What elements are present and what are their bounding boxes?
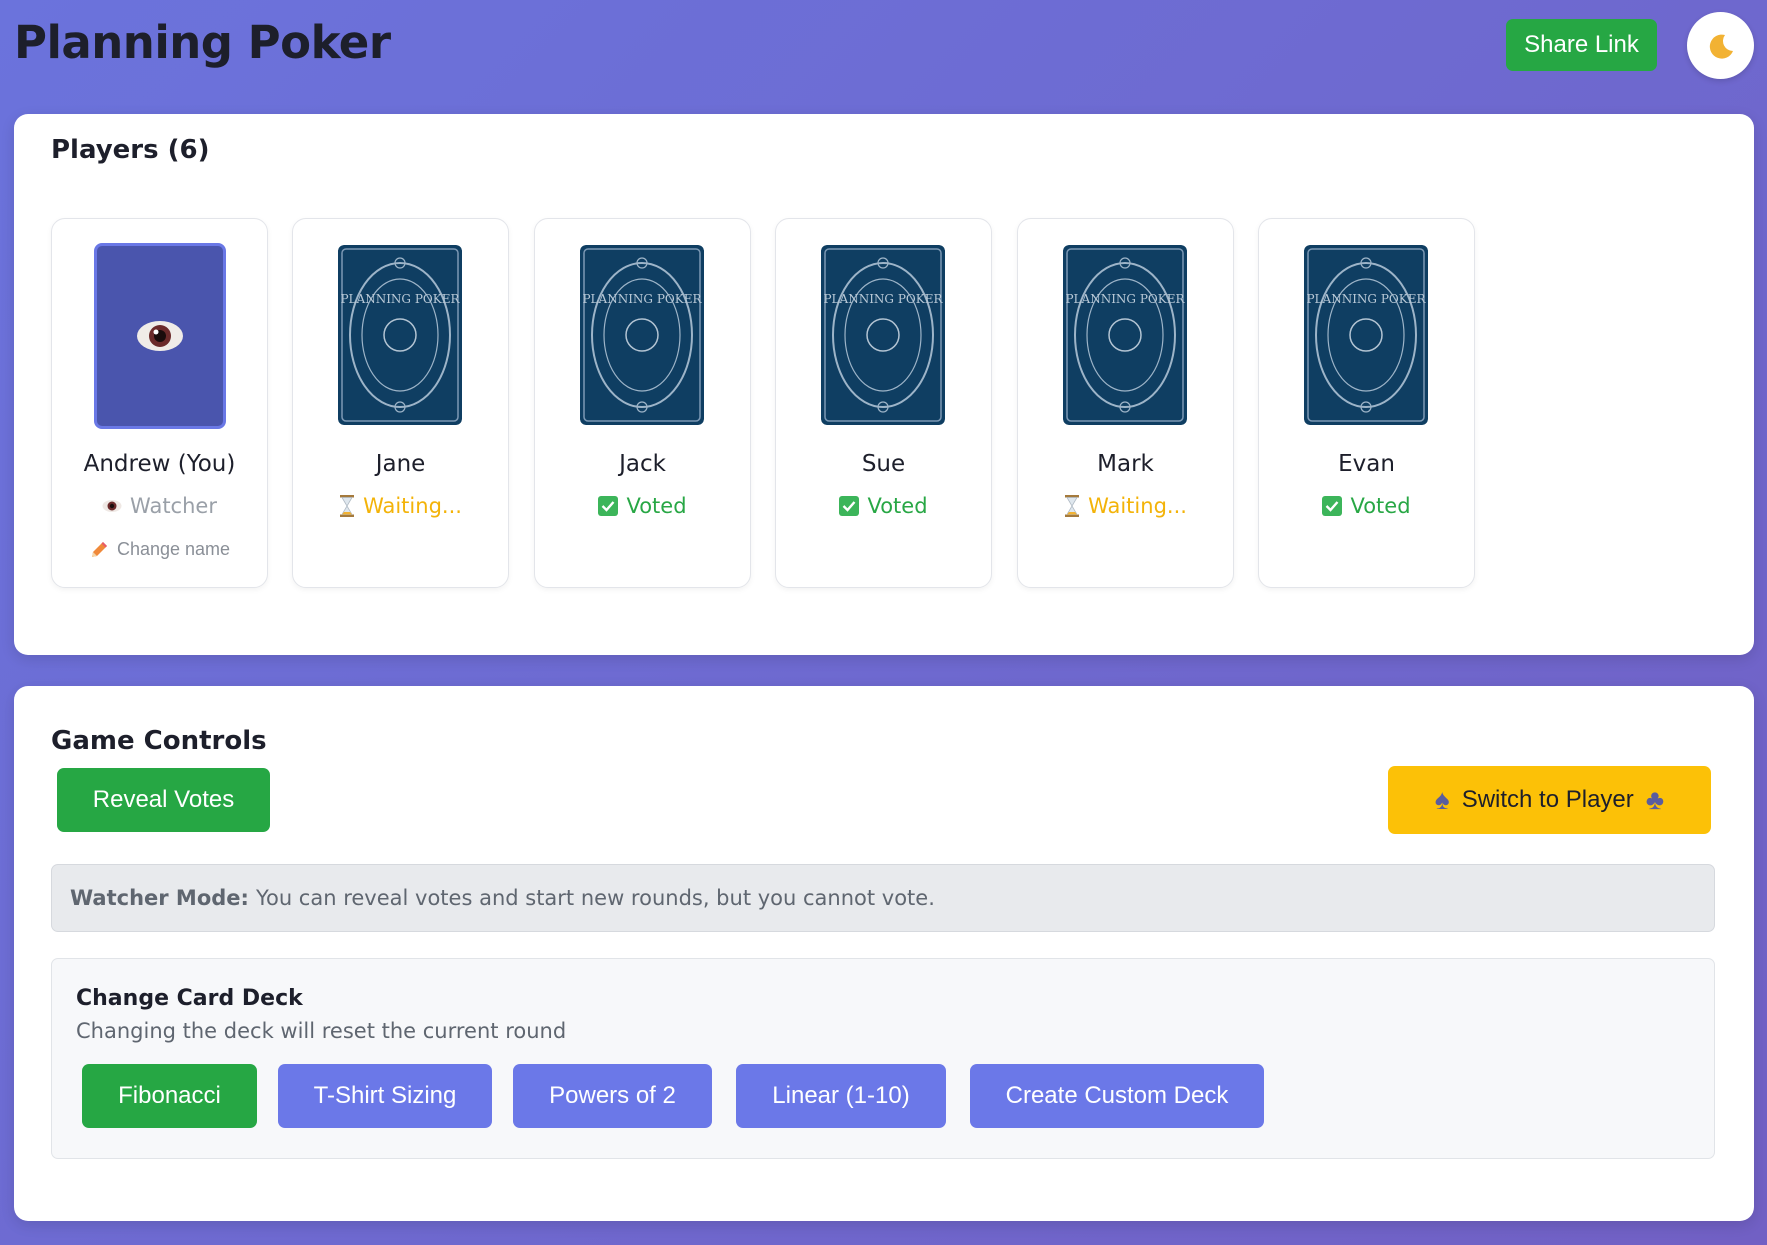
app-title: Planning Poker bbox=[14, 16, 391, 69]
deck-option-tshirt[interactable]: T-Shirt Sizing bbox=[278, 1064, 492, 1128]
player-name: Jane bbox=[375, 451, 426, 477]
deck-subtitle: Changing the deck will reset the current… bbox=[76, 1019, 567, 1043]
card-back-text: PLANNING POKER bbox=[582, 292, 702, 306]
club-icon: ♣ bbox=[1645, 784, 1665, 815]
player-card: Andrew (You) Watcher Change name bbox=[51, 218, 268, 588]
player-status-label: Waiting... bbox=[363, 494, 462, 518]
player-card: PLANNING POKER Jane Waiting... bbox=[292, 218, 509, 588]
change-name-link[interactable]: Change name bbox=[52, 539, 267, 560]
card-back-image: PLANNING POKER bbox=[1304, 245, 1428, 425]
change-name-label: Change name bbox=[116, 539, 231, 559]
card-back-text: PLANNING POKER bbox=[340, 292, 460, 306]
player-name: Jack bbox=[619, 451, 666, 477]
card-back-text: PLANNING POKER bbox=[823, 292, 943, 306]
card-back-image: PLANNING POKER bbox=[821, 245, 945, 425]
player-name: Mark bbox=[1097, 451, 1154, 477]
spade-icon: ♠ bbox=[1434, 784, 1450, 815]
players-title: Players (6) bbox=[51, 135, 210, 165]
switch-to-player-label: Switch to Player bbox=[1461, 786, 1634, 813]
player-name: Evan bbox=[1338, 451, 1395, 477]
player-status-label: Watcher bbox=[130, 494, 217, 518]
game-controls-panel: Game Controls Reveal Votes ♠ Switch to P… bbox=[14, 686, 1754, 1221]
watcher-mode-label: Watcher Mode: bbox=[70, 886, 249, 910]
player-status-label: Voted bbox=[1350, 494, 1411, 518]
card-back-image: PLANNING POKER bbox=[1063, 245, 1187, 425]
moon-icon bbox=[1709, 34, 1733, 59]
player-status: Watcher bbox=[52, 494, 267, 518]
player-status: Voted bbox=[776, 494, 991, 518]
watcher-card bbox=[94, 243, 226, 429]
check-icon bbox=[598, 496, 619, 516]
card-back-image: PLANNING POKER bbox=[580, 245, 704, 425]
create-custom-deck-button[interactable]: Create Custom Deck bbox=[970, 1064, 1264, 1128]
header: Planning Poker Share Link bbox=[0, 0, 1767, 100]
check-icon bbox=[839, 496, 860, 516]
player-status: Waiting... bbox=[293, 494, 508, 518]
hourglass-icon bbox=[340, 495, 355, 517]
player-card: PLANNING POKER Jack Voted bbox=[534, 218, 751, 588]
player-status: Waiting... bbox=[1018, 494, 1233, 518]
eye-icon bbox=[102, 500, 122, 512]
eye-icon bbox=[137, 321, 183, 351]
player-card: PLANNING POKER Evan Voted bbox=[1258, 218, 1475, 588]
pencil-icon bbox=[91, 541, 107, 557]
change-deck-section: Change Card Deck Changing the deck will … bbox=[51, 958, 1715, 1159]
switch-to-player-button[interactable]: ♠ Switch to Player ♣ bbox=[1388, 766, 1711, 834]
player-status-label: Waiting... bbox=[1088, 494, 1187, 518]
player-name: Sue bbox=[861, 451, 906, 477]
deck-title: Change Card Deck bbox=[76, 986, 303, 1011]
player-name: Andrew (You) bbox=[83, 451, 236, 477]
player-status: Voted bbox=[1259, 494, 1474, 518]
card-back-image: PLANNING POKER bbox=[338, 245, 462, 425]
theme-toggle-button[interactable] bbox=[1687, 12, 1754, 79]
watcher-mode-notice: Watcher Mode: You can reveal votes and s… bbox=[51, 864, 1715, 932]
card-back-text: PLANNING POKER bbox=[1306, 292, 1426, 306]
deck-option-powers-of-2[interactable]: Powers of 2 bbox=[513, 1064, 712, 1128]
players-panel: Players (6) Andrew (You) Watcher Change … bbox=[14, 114, 1754, 655]
card-back-text: PLANNING POKER bbox=[1065, 292, 1185, 306]
game-controls-title: Game Controls bbox=[51, 726, 267, 756]
share-link-button[interactable]: Share Link bbox=[1506, 19, 1657, 71]
hourglass-icon bbox=[1065, 495, 1080, 517]
watcher-mode-text: You can reveal votes and start new round… bbox=[255, 886, 935, 910]
player-card: PLANNING POKER Mark Waiting... bbox=[1017, 218, 1234, 588]
player-card: PLANNING POKER Sue Voted bbox=[775, 218, 992, 588]
check-icon bbox=[1322, 496, 1343, 516]
player-status: Voted bbox=[535, 494, 750, 518]
reveal-votes-button[interactable]: Reveal Votes bbox=[57, 768, 270, 832]
deck-option-linear[interactable]: Linear (1-10) bbox=[736, 1064, 946, 1128]
player-status-label: Voted bbox=[867, 494, 928, 518]
deck-option-fibonacci[interactable]: Fibonacci bbox=[82, 1064, 257, 1128]
player-status-label: Voted bbox=[626, 494, 687, 518]
